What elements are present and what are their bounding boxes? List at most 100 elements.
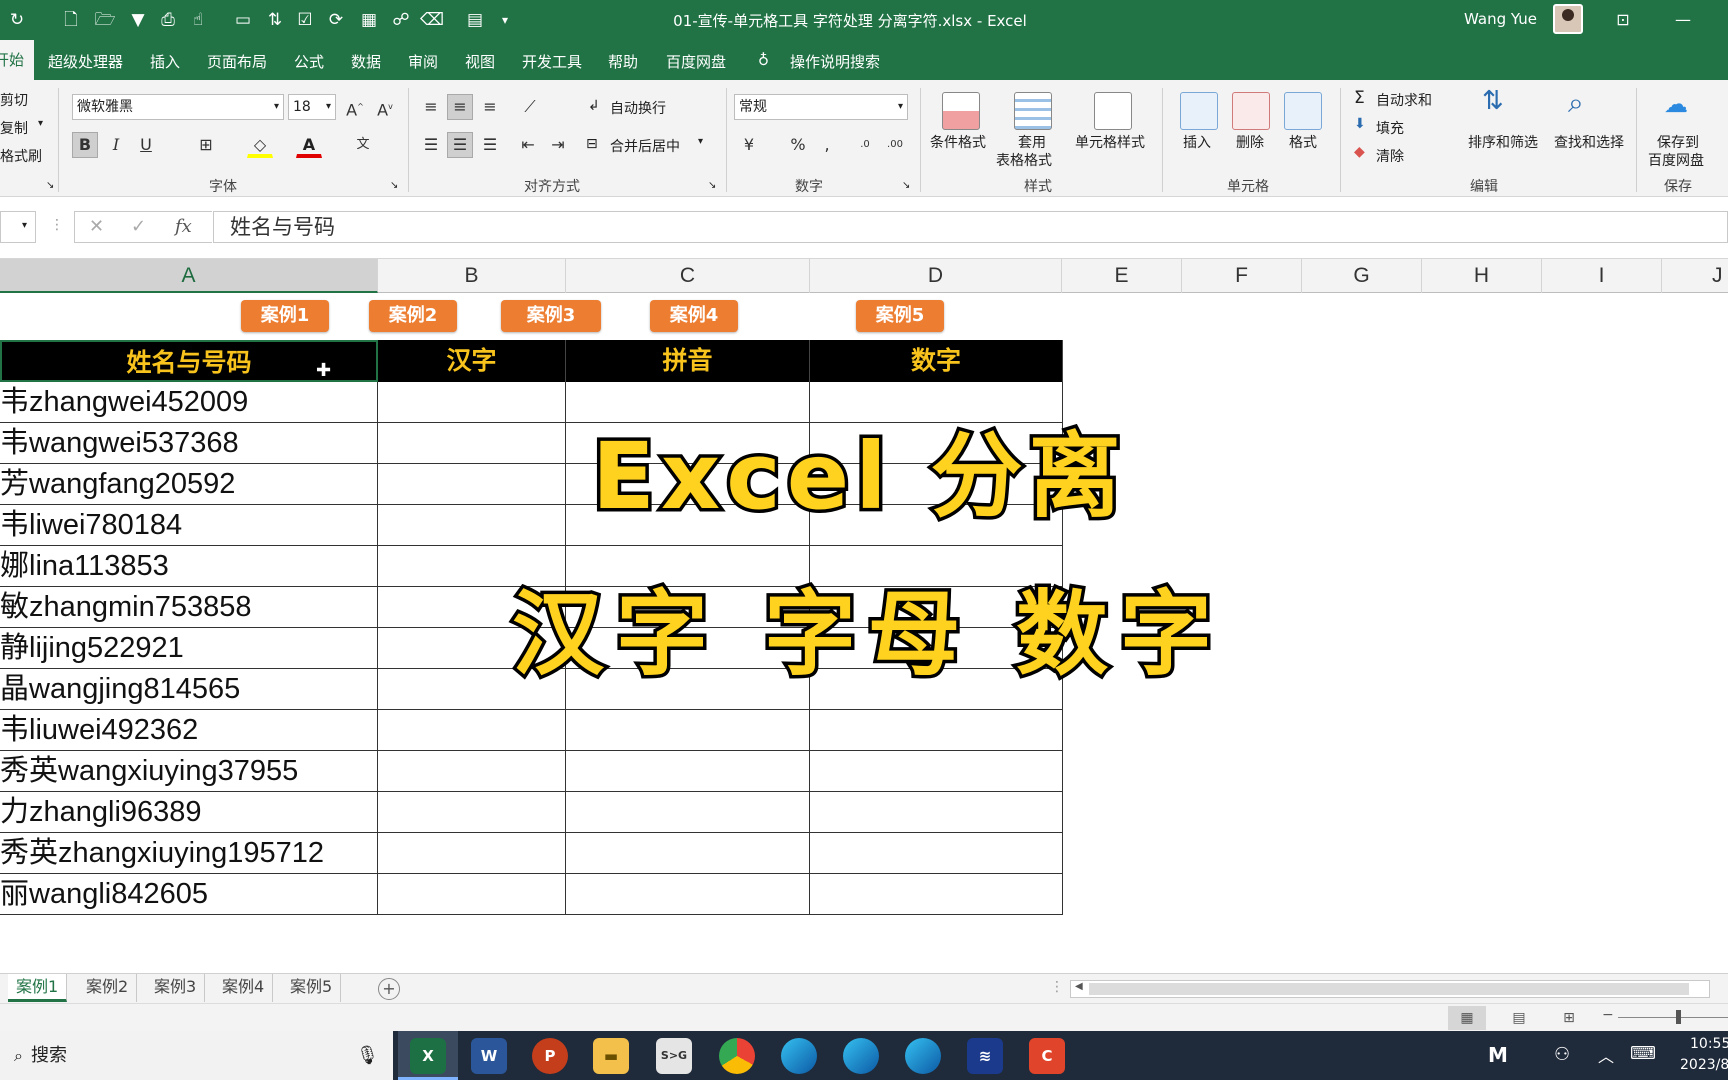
decrease-decimal-icon[interactable]: .00 [882, 132, 908, 158]
percent-icon[interactable]: % [785, 132, 811, 158]
cell-c[interactable] [566, 874, 810, 915]
new-file-icon[interactable]: 🗋 [60, 9, 82, 31]
name-box[interactable]: ▾ [0, 211, 36, 243]
taskbar-search[interactable]: ⌕ 搜索 🎙 [0, 1031, 393, 1080]
cell-d[interactable] [810, 833, 1063, 874]
sheet-tab-case3[interactable]: 案例3 [146, 974, 206, 1002]
minimize-icon[interactable]: — [1668, 9, 1698, 31]
sheet-tab-case1[interactable]: 案例1 [8, 974, 68, 1002]
increase-indent-icon[interactable]: ⇥ [545, 132, 571, 158]
filter-icon[interactable]: ▼ [127, 9, 149, 31]
tab-page-layout[interactable]: 页面布局 [207, 51, 267, 72]
italic-icon[interactable]: I [103, 132, 129, 158]
cell-a[interactable]: 丽wangli842605 [0, 874, 378, 915]
zoom-slider-thumb[interactable] [1676, 1010, 1681, 1024]
check-icon[interactable]: ☑ [294, 9, 316, 31]
tell-me-search[interactable]: 操作说明搜索 [790, 51, 880, 72]
comma-icon[interactable]: , [814, 132, 840, 158]
cell-a[interactable]: 韦wangwei537368 [0, 423, 378, 464]
page-layout-view-icon[interactable]: ▤ [1502, 1006, 1536, 1030]
currency-icon[interactable]: ¥ [736, 132, 762, 158]
delete-cells-button[interactable]: 删除 [1236, 132, 1264, 152]
sort-icon[interactable]: ⇅ [264, 9, 286, 31]
tab-data[interactable]: 数据 [351, 51, 381, 72]
underline-icon[interactable]: U [133, 132, 159, 158]
merge-dropdown-icon[interactable]: ▾ [698, 136, 703, 147]
decrease-indent-icon[interactable]: ⇤ [515, 132, 541, 158]
open-folder-icon[interactable]: 🗁 [94, 9, 116, 31]
increase-decimal-icon[interactable]: .0 [852, 132, 878, 158]
cell-b[interactable] [378, 751, 566, 792]
sheet-tab-case5[interactable]: 案例5 [282, 974, 342, 1002]
autosum-button[interactable]: 自动求和 [1376, 90, 1432, 110]
align-middle-icon[interactable]: ≡ [447, 94, 473, 120]
ribbon-display-icon[interactable]: ⊡ [1608, 9, 1638, 31]
cell-a[interactable]: 力zhangli96389 [0, 792, 378, 833]
increase-font-icon[interactable]: A^ [342, 94, 368, 120]
eraser-icon[interactable]: ⌫ [420, 9, 444, 31]
insert-cells-button[interactable]: 插入 [1183, 132, 1211, 152]
decrease-font-icon[interactable]: Av [372, 94, 398, 120]
cell-c[interactable] [566, 792, 810, 833]
zoom-slider[interactable] [1618, 1017, 1728, 1018]
copy-dropdown-icon[interactable]: ▾ [38, 118, 43, 129]
form-icon[interactable]: ▤ [464, 9, 486, 31]
case-button-1[interactable]: 案例1 [241, 300, 329, 332]
font-launcher-icon[interactable]: ↘ [390, 180, 398, 191]
cell-b[interactable] [378, 792, 566, 833]
align-center-icon[interactable]: ☰ [447, 132, 473, 158]
case-button-5[interactable]: 案例5 [856, 300, 944, 332]
page-break-view-icon[interactable]: ⊞ [1552, 1006, 1586, 1030]
normal-view-icon[interactable]: ▦ [1448, 1006, 1486, 1030]
tab-developer[interactable]: 开发工具 [522, 51, 582, 72]
touch-mode-icon[interactable]: ☝ [187, 9, 209, 31]
table-format-line1[interactable]: 套用 [1018, 132, 1046, 152]
enter-icon[interactable]: ✓ [131, 216, 146, 237]
cell-d[interactable] [810, 751, 1063, 792]
copy-button[interactable]: 复制 [0, 118, 28, 138]
insert-cells-icon[interactable] [1180, 92, 1218, 130]
column-header-a[interactable]: A [0, 259, 378, 293]
cell-b[interactable] [378, 382, 566, 423]
column-header-f[interactable]: F [1182, 259, 1302, 293]
tab-help[interactable]: 帮助 [608, 51, 638, 72]
keyboard-icon[interactable]: ⌨ [1630, 1043, 1656, 1064]
table-format-line2[interactable]: 表格格式 [996, 150, 1052, 170]
save-baidu-line2[interactable]: 百度网盘 [1648, 150, 1704, 170]
scrollbar-thumb[interactable] [1089, 983, 1689, 995]
case-button-2[interactable]: 案例2 [369, 300, 457, 332]
align-top-icon[interactable]: ≡ [418, 94, 444, 120]
align-bottom-icon[interactable]: ≡ [477, 94, 503, 120]
pivot-icon[interactable]: ▦ [358, 9, 380, 31]
comment-icon[interactable]: ▭ [232, 9, 254, 31]
number-format-select[interactable]: 常规 ▾ [734, 94, 908, 120]
cell-a[interactable]: 韦zhangwei452009 [0, 382, 378, 423]
clipboard-launcher-icon[interactable]: ↘ [46, 180, 54, 191]
recorder-icon[interactable]: C [1029, 1038, 1065, 1074]
align-right-icon[interactable]: ☰ [477, 132, 503, 158]
cell-a[interactable]: 静lijing522921 [0, 628, 378, 669]
align-left-icon[interactable]: ☰ [418, 132, 444, 158]
redo-icon[interactable]: ⟳ [325, 9, 347, 31]
sheet-tab-case4[interactable]: 案例4 [214, 974, 274, 1002]
people-icon[interactable]: ⚇ [1554, 1044, 1570, 1065]
tab-formulas[interactable]: 公式 [294, 51, 324, 72]
avatar[interactable] [1553, 4, 1583, 34]
format-painter-button[interactable]: 格式刷 [0, 146, 42, 166]
edge-profile-icon[interactable] [843, 1038, 879, 1074]
column-header-b[interactable]: B [378, 259, 566, 293]
autosave-icon[interactable]: ↻ [6, 9, 28, 31]
tab-super-processor[interactable]: 超级处理器 [48, 51, 123, 72]
tab-baidu[interactable]: 百度网盘 [666, 51, 726, 72]
cut-button[interactable]: 剪切 [0, 90, 28, 110]
fill-color-icon[interactable]: ◇ [247, 132, 273, 158]
cell-a[interactable]: 敏zhangmin753858 [0, 587, 378, 628]
cell-a[interactable]: 韦liwei780184 [0, 505, 378, 546]
zoom-out-icon[interactable]: − [1602, 1007, 1614, 1023]
tab-review[interactable]: 审阅 [408, 51, 438, 72]
font-name-select[interactable]: 微软雅黑 ▾ [72, 94, 284, 120]
save-baidu-line1[interactable]: 保存到 [1657, 132, 1699, 152]
cell-d[interactable] [810, 710, 1063, 751]
horizontal-scrollbar[interactable]: ◀ [1070, 980, 1710, 998]
cell-c[interactable] [566, 833, 810, 874]
